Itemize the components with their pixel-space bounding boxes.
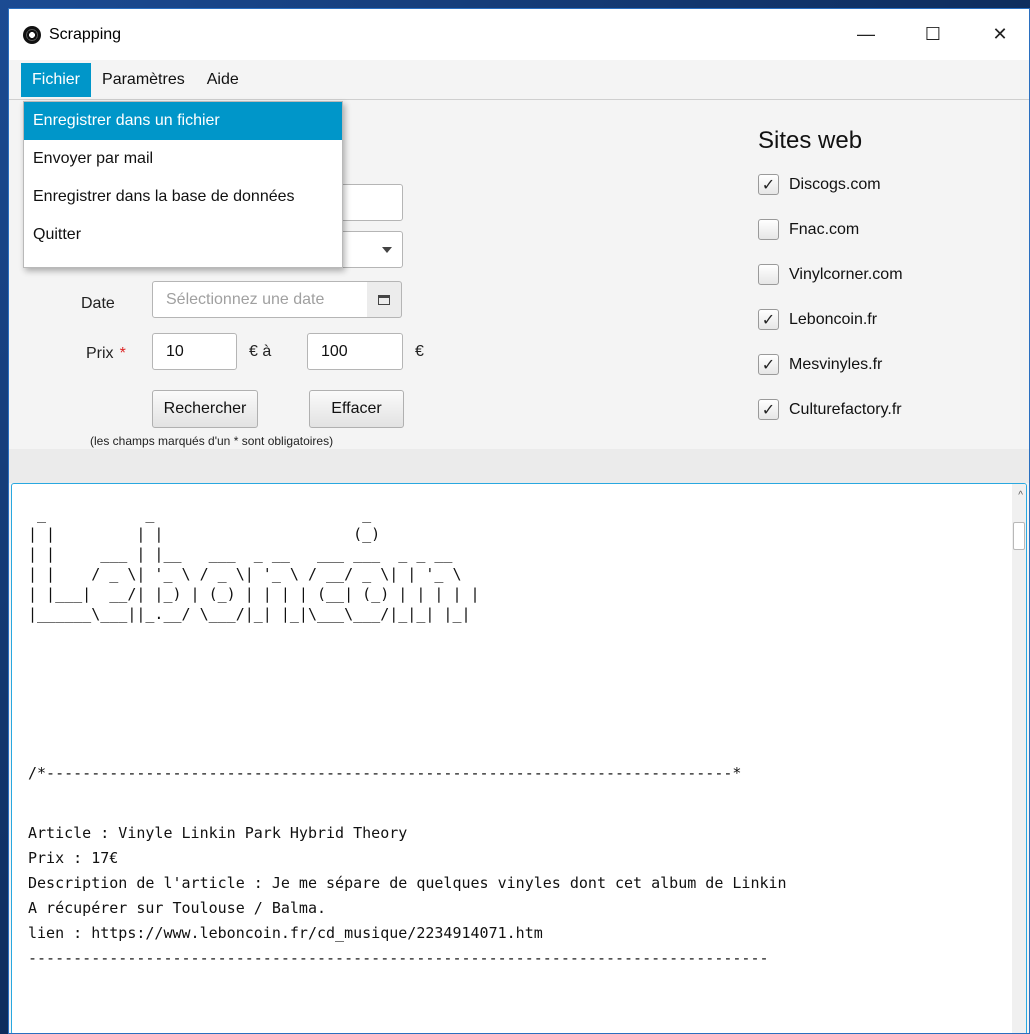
site-label: Culturefactory.fr — [789, 400, 902, 418]
date-field[interactable]: Sélectionnez une date — [152, 281, 368, 318]
fichier-dropdown-menu: Enregistrer dans un fichier Envoyer par … — [23, 101, 343, 268]
result-line-prix: Prix : 17€ — [28, 849, 119, 867]
prix-min-field[interactable]: 10 — [152, 333, 237, 370]
site-label: Leboncoin.fr — [789, 310, 878, 328]
site-checkbox[interactable]: ✓ — [758, 354, 779, 375]
menu-item-send-mail[interactable]: Envoyer par mail — [24, 140, 342, 178]
scroll-up-icon[interactable]: ^ — [1018, 490, 1023, 501]
site-checkbox-row[interactable]: Fnac.com — [758, 219, 859, 240]
site-checkbox-row[interactable]: Vinylcorner.com — [758, 264, 903, 285]
maximize-button[interactable]: ☐ — [910, 9, 956, 60]
app-window: Scrapping — ☐ ✕ Fichier Paramètres Aide … — [8, 8, 1030, 1034]
title-bar: Scrapping — ☐ ✕ — [9, 9, 1029, 60]
menu-fichier[interactable]: Fichier — [21, 62, 92, 97]
result-line-link: lien : https://www.leboncoin.fr/cd_musiq… — [28, 924, 543, 942]
site-checkbox[interactable]: ✓ — [758, 174, 779, 195]
separator-bottom: ----------------------------------------… — [28, 949, 769, 967]
prix-label: Prix * — [86, 345, 126, 363]
vertical-scrollbar[interactable]: ^ — [1012, 484, 1026, 1033]
currency-label: € — [415, 343, 424, 360]
site-label: Mesvinyles.fr — [789, 355, 883, 373]
site-label: Discogs.com — [789, 175, 881, 193]
site-checkbox[interactable]: ✓ — [758, 309, 779, 330]
menu-item-save-to-database[interactable]: Enregistrer dans la base de données — [24, 178, 342, 216]
menu-item-quit[interactable]: Quitter — [24, 216, 342, 254]
ascii-banner: _ _ _ | | | | (_) | | ___ | |__ ___ _ __… — [28, 505, 480, 623]
menu-item-save-to-file[interactable]: Enregistrer dans un fichier — [24, 102, 342, 140]
window-title: Scrapping — [49, 25, 122, 43]
prix-label-text: Prix — [86, 345, 114, 362]
required-fields-note: (les champs marqués d'un * sont obligato… — [90, 434, 334, 448]
site-checkbox-row[interactable]: ✓ Mesvinyles.fr — [758, 354, 882, 375]
site-label: Vinylcorner.com — [789, 265, 903, 283]
site-checkbox[interactable]: ✓ — [758, 399, 779, 420]
result-line-article: Article : Vinyle Linkin Park Hybrid Theo… — [28, 824, 408, 842]
search-button[interactable]: Rechercher — [152, 390, 258, 428]
site-checkbox[interactable] — [758, 264, 779, 285]
site-checkbox-row[interactable]: ✓ Leboncoin.fr — [758, 309, 877, 330]
vinyl-record-icon — [23, 25, 41, 44]
calendar-icon — [378, 294, 390, 305]
panel-separator — [9, 449, 1029, 483]
chevron-down-icon — [382, 247, 392, 253]
menu-parametres[interactable]: Paramètres — [91, 63, 196, 97]
close-button[interactable]: ✕ — [977, 9, 1023, 60]
sites-title: Sites web — [758, 127, 863, 154]
prix-max-field[interactable]: 100 — [307, 333, 403, 370]
site-checkbox[interactable] — [758, 219, 779, 240]
combo-box-partial[interactable] — [339, 231, 403, 268]
date-label: Date — [81, 295, 115, 312]
required-marker: * — [119, 345, 126, 362]
result-line-location: A récupérer sur Toulouse / Balma. — [28, 899, 327, 917]
menu-aide[interactable]: Aide — [196, 63, 250, 97]
clear-button[interactable]: Effacer — [309, 390, 404, 428]
separator-top: /*--------------------------------------… — [28, 764, 742, 782]
site-label: Fnac.com — [789, 220, 860, 238]
prix-between-label: € à — [249, 343, 272, 360]
site-checkbox-row[interactable]: ✓ Discogs.com — [758, 174, 881, 195]
date-picker-button[interactable] — [367, 281, 402, 318]
text-field-partial[interactable] — [339, 184, 403, 221]
site-checkbox-row[interactable]: ✓ Culturefactory.fr — [758, 399, 902, 420]
minimize-button[interactable]: — — [843, 9, 889, 60]
results-text-area[interactable]: _ _ _ | | | | (_) | | ___ | |__ ___ _ __… — [11, 483, 1027, 1033]
menu-bar: Fichier Paramètres Aide — [9, 60, 1029, 100]
result-line-description: Description de l'article : Je me sépare … — [28, 874, 787, 892]
scrollbar-thumb[interactable] — [1013, 522, 1025, 550]
